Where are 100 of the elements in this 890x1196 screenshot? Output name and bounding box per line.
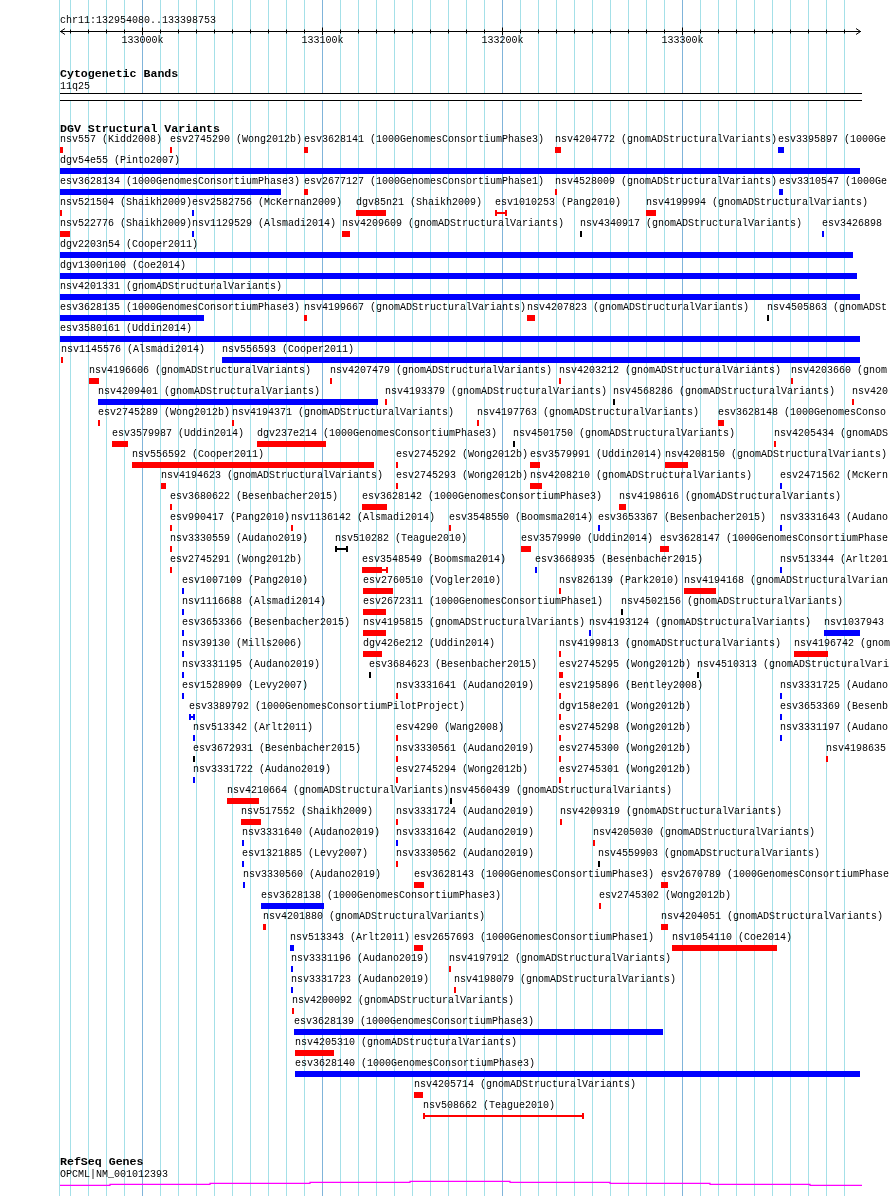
- variant-label: nsv4201880 (gnomADStructuralVariants): [263, 912, 486, 922]
- variant-label: esv2657693 (1000GenomesConsortiumPhase1): [414, 933, 655, 943]
- variant-label: esv2745290 (Wong2012b): [170, 135, 303, 145]
- variant-label: esv2745295 (Wong2012b): [559, 660, 692, 670]
- variant-label: esv3653369 (Besenb: [780, 702, 889, 712]
- variant-label: esv3672931 (Besenbacher2015): [193, 744, 362, 754]
- variant-label: esv3668935 (Besenbacher2015): [535, 555, 704, 565]
- variant-label: nsv3331724 (Audano2019): [396, 807, 535, 817]
- variant-label: nsv4568286 (gnomADStructuralVariants): [613, 387, 836, 397]
- variant-label: nsv4502156 (gnomADStructuralVariants): [621, 597, 844, 607]
- variant-label: nsv3331197 (Audano: [780, 723, 889, 733]
- variant-label: nsv3331195 (Audano2019): [182, 660, 321, 670]
- variant-label: esv2672311 (1000GenomesConsortiumPhase1): [363, 597, 604, 607]
- variant-label: nsv521504 (Shaikh2009): [60, 198, 193, 208]
- variant-label: esv2745298 (Wong2012b): [559, 723, 692, 733]
- variant-label: esv2670789 (1000GenomesConsortiumPhase: [661, 870, 890, 880]
- variant-label: nsv4501750 (gnomADStructuralVariants): [513, 429, 736, 439]
- variant-label: esv3628139 (1000GenomesConsortiumPhase3): [294, 1017, 535, 1027]
- variant-label: nsv4340917 (gnomADStructuralVariants): [580, 219, 803, 229]
- variant-label: esv3628140 (1000GenomesConsortiumPhase3): [295, 1059, 536, 1069]
- variant-label: esv3653367 (Besenbacher2015): [598, 513, 767, 523]
- variant-label: nsv4199813 (gnomADStructuralVariants): [559, 639, 782, 649]
- variant-label: dgv2203n54 (Cooper2011): [60, 240, 199, 250]
- variant-label: esv3579990 (Uddin2014): [521, 534, 654, 544]
- variant-label: nsv4207823 (gnomADStructuralVariants): [527, 303, 750, 313]
- variant-label: nsv4204051 (gnomADStructuralVariants): [661, 912, 884, 922]
- variant-label: esv3628147 (1000GenomesConsortiumPhase: [660, 534, 889, 544]
- variant-label: dgv54e55 (Pinto2007): [60, 156, 181, 166]
- variant-label: nsv4528009 (gnomADStructuralVariants): [555, 177, 778, 187]
- variant-label: nsv4193124 (gnomADStructuralVariants): [589, 618, 812, 628]
- variant-label: nsv4208210 (gnomADStructuralVariants): [530, 471, 753, 481]
- variant-label: nsv513344 (Arlt201: [780, 555, 889, 565]
- variant-label: esv3628142 (1000GenomesConsortiumPhase3): [362, 492, 603, 502]
- variant-label: esv3628141 (1000GenomesConsortiumPhase3): [304, 135, 545, 145]
- variant-label: nsv556592 (Cooper2011): [132, 450, 265, 460]
- variant-label: nsv3331723 (Audano2019): [291, 975, 430, 985]
- variant-label: esv3426898: [822, 219, 882, 229]
- variant-label: nsv4205310 (gnomADStructuralVariants): [295, 1038, 518, 1048]
- gene-label: OPCML|NM_001012393: [60, 1170, 169, 1180]
- variant-label: nsv4197763 (gnomADStructuralVariants): [477, 408, 700, 418]
- variant-label: esv3628148 (1000GenomesConso: [718, 408, 887, 418]
- variant-label: nsv4196606 (gnomADStructuralVariants): [89, 366, 312, 376]
- variant-label: esv3628143 (1000GenomesConsortiumPhase3): [414, 870, 655, 880]
- variant-label: nsv4207479 (gnomADStructuralVariants): [330, 366, 553, 376]
- variant-label: esv4290 (Wang2008): [396, 723, 505, 733]
- variant-label: nsv4198635: [826, 744, 886, 754]
- variant-label: nsv522776 (Shaikh2009): [60, 219, 193, 229]
- variant-label: esv3310547 (1000Ge: [779, 177, 888, 187]
- variant-label: esv3628135 (1000GenomesConsortiumPhase3): [60, 303, 301, 313]
- variant-label: nsv557 (Kidd2008): [60, 135, 163, 145]
- variant-label: esv2582756 (McKernan2009): [192, 198, 343, 208]
- variant-label: nsv3330559 (Audano2019): [170, 534, 309, 544]
- variant-label: nsv4194623 (gnomADStructuralVariants): [161, 471, 384, 481]
- variant-label: nsv1136142 (Alsmadi2014): [291, 513, 436, 523]
- variant-label: nsv4203212 (gnomADStructuralVariants): [559, 366, 782, 376]
- variant-label: esv3653366 (Besenbacher2015): [182, 618, 351, 628]
- variant-label: nsv826139 (Park2010): [559, 576, 680, 586]
- track-title: RefSeq Genes: [60, 1156, 144, 1168]
- variant-label: nsv1129529 (Alsmadi2014): [192, 219, 337, 229]
- variant-label: esv2745293 (Wong2012b): [396, 471, 529, 481]
- variant-label: nsv3331196 (Audano2019): [291, 954, 430, 964]
- variant-label: nsv3330560 (Audano2019): [243, 870, 382, 880]
- variant-label: esv2677127 (1000GenomesConsortiumPhase1): [304, 177, 545, 187]
- variant-label: nsv508662 (Teague2010): [423, 1101, 556, 1111]
- variant-label: nsv39130 (Mills2006): [182, 639, 303, 649]
- variant-label: esv2745301 (Wong2012b): [559, 765, 692, 775]
- variant-label: esv1321885 (Levy2007): [242, 849, 369, 859]
- variant-label: nsv4194371 (gnomADStructuralVariants): [232, 408, 455, 418]
- track-title: DGV Structural Variants: [60, 123, 221, 135]
- variant-label: esv2760510 (Vogler2010): [363, 576, 502, 586]
- variant-label: nsv4197912 (gnomADStructuralVariants): [449, 954, 672, 964]
- variant-label: nsv4209609 (gnomADStructuralVariants): [342, 219, 565, 229]
- variant-label: esv2745294 (Wong2012b): [396, 765, 529, 775]
- variant-label: nsv3331642 (Audano2019): [396, 828, 535, 838]
- variant-label: dgv85n21 (Shaikh2009): [356, 198, 483, 208]
- variant-label: esv3395897 (1000Ge: [778, 135, 887, 145]
- variant-label: dgv158e201 (Wong2012b): [559, 702, 692, 712]
- variant-label: nsv4194168 (gnomADStructuralVarian: [684, 576, 889, 586]
- variant-label: nsv1145576 (Alsmadi2014): [61, 345, 206, 355]
- variant-label: nsv4209319 (gnomADStructuralVariants): [560, 807, 783, 817]
- variant-label: nsv3331641 (Audano2019): [396, 681, 535, 691]
- tick-label: 133200k: [481, 36, 524, 46]
- variant-label: esv3389792 (1000GenomesConsortiumPilotProject): [189, 702, 466, 712]
- variant-label: esv3684623 (Besenbacher2015): [369, 660, 538, 670]
- variant-label: esv3548550 (Boomsma2014): [449, 513, 594, 523]
- variant-label: esv2745292 (Wong2012b): [396, 450, 529, 460]
- variant-label: nsv4205714 (gnomADStructuralVariants): [414, 1080, 637, 1090]
- variant-label: nsv4200092 (gnomADStructuralVariants): [292, 996, 515, 1006]
- variant-label: nsv4193379 (gnomADStructuralVariants): [385, 387, 608, 397]
- track-title: Cytogenetic Bands: [60, 68, 179, 80]
- variant-label: dgv426e212 (Uddin2014): [363, 639, 496, 649]
- variant-label: nsv4198079 (gnomADStructuralVariants): [454, 975, 677, 985]
- variant-label: nsv3331725 (Audano: [780, 681, 889, 691]
- variant-label: nsv420: [852, 387, 888, 397]
- variant-label: dgv1300n100 (Coe2014): [60, 261, 187, 271]
- variant-label: esv1007109 (Pang2010): [182, 576, 309, 586]
- variant-label: nsv513343 (Arlt2011): [290, 933, 411, 943]
- variant-label: esv2745300 (Wong2012b): [559, 744, 692, 754]
- variant-label: nsv1037943: [824, 618, 884, 628]
- variant-label: nsv4559903 (gnomADStructuralVariants): [598, 849, 821, 859]
